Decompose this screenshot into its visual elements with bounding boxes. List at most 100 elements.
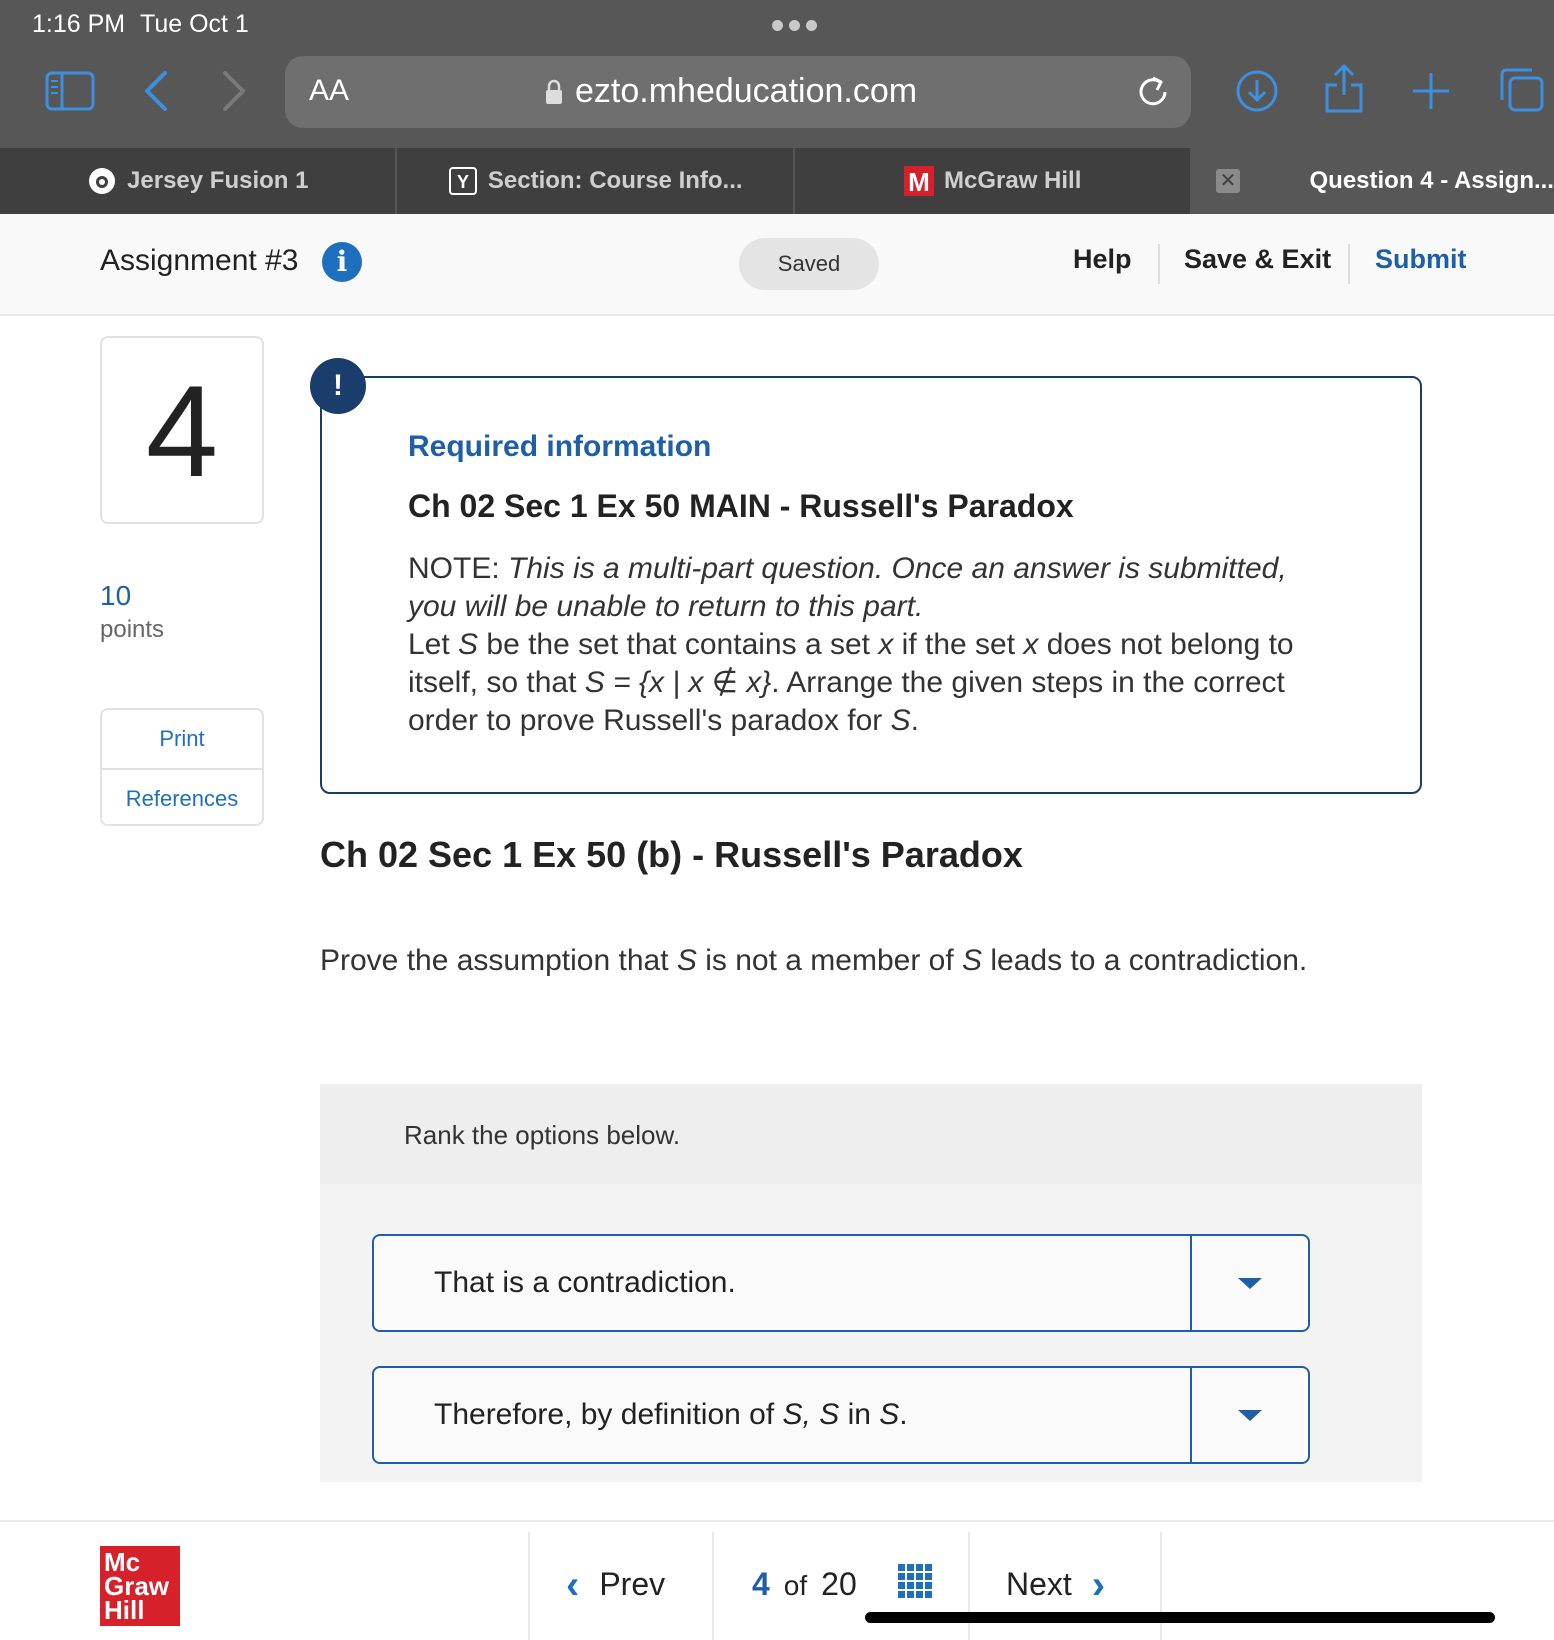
of-label: of: [783, 1570, 808, 1601]
help-button[interactable]: Help: [1073, 244, 1132, 275]
math-var: S: [890, 704, 911, 737]
math-var: S: [962, 944, 983, 977]
math-formula: S = {x | x ∉ x}: [584, 666, 772, 699]
option-text: Therefore, by definition of: [434, 1398, 783, 1431]
option-text: in: [839, 1398, 880, 1431]
rank-dropdown[interactable]: [1190, 1236, 1308, 1330]
info-icon[interactable]: i: [322, 242, 362, 282]
svg-text:Y: Y: [457, 172, 469, 192]
chevron-right-icon: ›: [1091, 1562, 1106, 1607]
divider: [968, 1532, 970, 1640]
body-text: .: [910, 704, 919, 737]
math-var: S: [676, 944, 697, 977]
ranking-instruction-bar: Rank the options below.: [320, 1084, 1422, 1184]
forward-icon[interactable]: [216, 68, 252, 114]
save-exit-button[interactable]: Save & Exit: [1184, 244, 1331, 275]
assignment-title: Assignment #3: [100, 244, 299, 277]
ranking-area: Rank the options below. That is a contra…: [320, 1084, 1422, 1482]
browser-toolbar: AA ezto.mheducation.com: [0, 50, 1554, 148]
sidebar-icon[interactable]: [44, 70, 96, 112]
required-info-body: NOTE: This is a multi-part question. Onc…: [408, 550, 1328, 740]
references-link[interactable]: References: [102, 768, 262, 826]
rank-option-text: That is a contradiction.: [434, 1266, 736, 1299]
next-label: Next: [1006, 1566, 1072, 1602]
url-text: ezto.mheducation.com: [575, 72, 918, 110]
next-button[interactable]: Next ›: [1006, 1562, 1106, 1607]
chevron-down-icon: [1238, 1277, 1262, 1289]
svg-text:M: M: [908, 167, 930, 196]
submit-button[interactable]: Submit: [1375, 244, 1467, 275]
tab-label: Jersey Fusion 1: [127, 167, 309, 194]
status-time: 1:16 PM: [32, 10, 126, 38]
prev-label: Prev: [599, 1566, 666, 1602]
saved-status-badge: Saved: [739, 238, 879, 290]
prompt-text: leads to a contradiction.: [982, 944, 1308, 977]
question-number: 4: [100, 336, 264, 524]
mcgraw-hill-logo: Mc Graw Hill: [100, 1546, 180, 1626]
question-grid-icon[interactable]: [898, 1564, 932, 1598]
question-tools: Print References: [100, 708, 264, 826]
points-value: 10: [100, 580, 132, 611]
math-var: x: [878, 628, 894, 661]
math-var: x: [1023, 628, 1039, 661]
required-info-subtitle: Ch 02 Sec 1 Ex 50 MAIN - Russell's Parad…: [408, 488, 1074, 524]
prev-button[interactable]: ‹ Prev: [566, 1565, 666, 1605]
part-heading: Ch 02 Sec 1 Ex 50 (b) - Russell's Parado…: [320, 834, 1023, 875]
divider: [712, 1532, 714, 1640]
math-var: S: [458, 628, 479, 661]
ranking-instruction: Rank the options below.: [404, 1120, 681, 1150]
tab-label: McGraw Hill: [944, 167, 1082, 194]
page-indicator[interactable]: 4 of 20: [752, 1566, 857, 1603]
current-page: 4: [752, 1566, 770, 1602]
tab-label: Question 4 - Assign...: [1309, 167, 1554, 194]
logo-line: Hill: [104, 1595, 145, 1625]
divider: [528, 1532, 530, 1640]
download-icon[interactable]: [1234, 68, 1280, 114]
rank-option[interactable]: That is a contradiction.: [372, 1234, 1310, 1332]
part-prompt: Prove the assumption that S is not a mem…: [320, 944, 1307, 978]
camera-icon: [87, 166, 117, 196]
status-bar: 1:16 PM Tue Oct 1: [0, 0, 1554, 50]
divider: [1160, 1532, 1162, 1640]
tab-overview-icon[interactable]: [1498, 66, 1546, 114]
required-information-card: Required information Ch 02 Sec 1 Ex 50 M…: [320, 376, 1422, 794]
prompt-text: Prove the assumption that: [320, 944, 677, 977]
reader-text-size-button[interactable]: AA: [309, 74, 349, 108]
tab-mcgraw-hill[interactable]: M McGraw Hill: [795, 148, 1193, 214]
close-icon[interactable]: ✕: [1216, 169, 1240, 193]
tab-jersey-fusion[interactable]: Jersey Fusion 1: [0, 148, 398, 214]
y-icon: Y: [448, 166, 478, 196]
points-label: points: [100, 616, 165, 643]
body-text: if the set: [893, 628, 1024, 661]
share-icon[interactable]: [1322, 62, 1366, 116]
alert-icon: !: [310, 358, 366, 414]
rank-dropdown[interactable]: [1190, 1368, 1308, 1462]
address-bar[interactable]: AA ezto.mheducation.com: [285, 56, 1191, 128]
tab-section-course-info[interactable]: Y Section: Course Info...: [397, 148, 795, 214]
new-tab-icon[interactable]: [1410, 70, 1452, 112]
divider: [1158, 244, 1160, 284]
tab-question-4[interactable]: ✕ Question 4 - Assign...: [1192, 148, 1554, 214]
tab-label: Section: Course Info...: [487, 167, 743, 194]
mcgraw-m-icon: M: [904, 166, 935, 196]
back-icon[interactable]: [138, 68, 174, 114]
math-var: S, S: [782, 1398, 840, 1431]
note-text: This is a multi-part question. Once an a…: [408, 552, 1287, 623]
chevron-down-icon: [1238, 1409, 1262, 1421]
browser-tab-strip: Jersey Fusion 1 Y Section: Course Info..…: [0, 148, 1554, 214]
reload-icon[interactable]: [1135, 72, 1171, 115]
home-indicator[interactable]: [865, 1612, 1495, 1623]
prompt-text: is not a member of: [696, 944, 962, 977]
total-pages: 20: [821, 1566, 857, 1602]
body-text: Let: [408, 628, 459, 661]
required-info-title: Required information: [408, 430, 712, 463]
rank-option[interactable]: Therefore, by definition of S, S in S.: [372, 1366, 1310, 1464]
divider: [1348, 244, 1350, 284]
note-label: NOTE:: [408, 552, 500, 585]
print-link[interactable]: Print: [102, 710, 262, 768]
multitasking-dots-icon[interactable]: [772, 20, 817, 31]
body-text: be the set that contains a set: [478, 628, 879, 661]
lock-icon: [546, 79, 562, 104]
status-date: Tue Oct 1: [140, 10, 249, 38]
assignment-header: Assignment #3 i Saved Help Save & Exit S…: [0, 214, 1554, 316]
